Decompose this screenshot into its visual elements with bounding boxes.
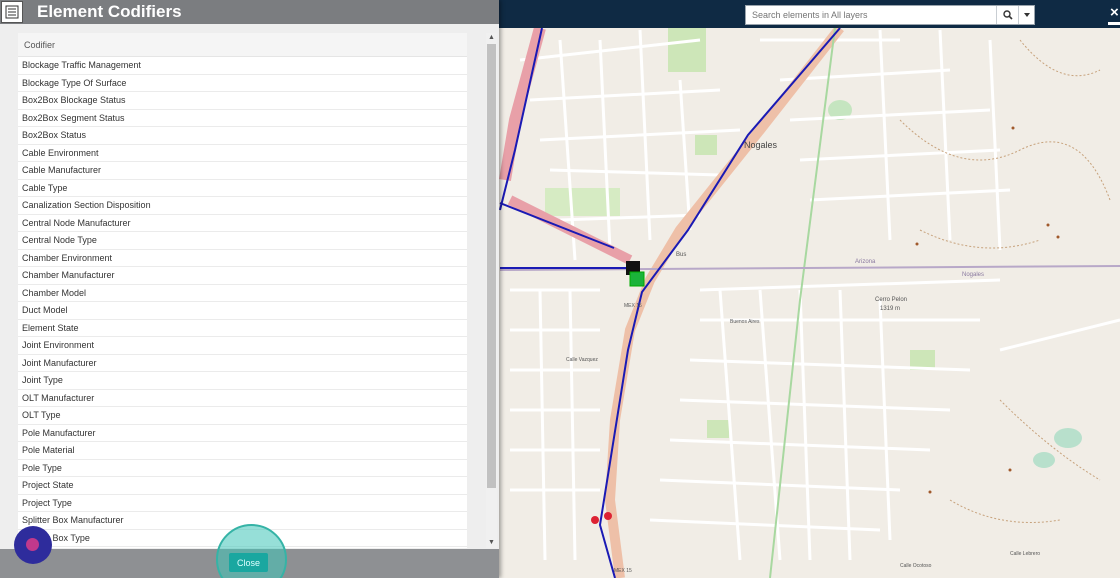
scroll-thumb[interactable] xyxy=(487,44,496,488)
codifier-row[interactable]: Box2Box Blockage Status xyxy=(18,92,467,110)
search-layer-dropdown[interactable] xyxy=(1018,6,1034,24)
codifier-row[interactable]: Canalization Section Disposition xyxy=(18,197,467,215)
codifier-row[interactable]: Joint Environment xyxy=(18,337,467,355)
map-label-cerro-pelon: Cerro Pelon xyxy=(875,297,908,303)
codifier-row[interactable]: Central Node Manufacturer xyxy=(18,215,467,232)
floating-action-button[interactable] xyxy=(14,526,52,564)
codifier-row[interactable]: Element State xyxy=(18,320,467,337)
scrollbar[interactable]: ▲ ▼ xyxy=(486,33,497,548)
map-label-nogales-small: Nogales xyxy=(962,272,985,278)
codifier-row[interactable]: Pole Type xyxy=(18,460,467,477)
map-label-calle-ocotoso: Calle Ocotoso xyxy=(900,563,932,569)
dialog-header: Element Codifiers xyxy=(0,0,499,24)
map-label-calle-lebrero: Calle Lebrero xyxy=(1010,551,1041,557)
codifier-row[interactable]: Project State xyxy=(18,477,467,495)
map-label-mex15-bottom: MEX 15 xyxy=(614,568,632,574)
search-box xyxy=(745,5,1035,25)
codifier-row[interactable]: Pole Material xyxy=(18,442,467,460)
codifier-row[interactable]: Joint Manufacturer xyxy=(18,355,467,372)
codifier-row[interactable]: Blockage Traffic Management xyxy=(18,57,467,75)
list-icon[interactable] xyxy=(1,1,23,23)
map-label-buenos-aires: Buenos Aires xyxy=(730,319,760,325)
map-label-nogales: Nogales xyxy=(744,140,778,150)
codifier-row[interactable]: Chamber Manufacturer xyxy=(18,267,467,285)
codifier-row[interactable]: Duct Model xyxy=(18,302,467,320)
codifier-row[interactable]: Joint Type xyxy=(18,372,467,390)
record-icon xyxy=(26,538,39,551)
map-label-calle-vazquez: Calle Vazquez xyxy=(566,357,598,363)
list-glyph-icon xyxy=(5,5,19,19)
close-button[interactable]: Close xyxy=(229,553,268,572)
map-label-arizona: Arizona xyxy=(855,259,876,265)
caret-down-icon xyxy=(1023,13,1030,17)
codifier-row[interactable]: OLT Type xyxy=(18,407,467,425)
codifier-row[interactable]: Cable Environment xyxy=(18,145,467,162)
collapse-bar xyxy=(1108,22,1120,25)
map-label-elevation: 1319 m xyxy=(880,306,901,312)
search-button[interactable] xyxy=(996,6,1018,24)
scroll-up-icon[interactable]: ▲ xyxy=(486,33,497,43)
codifier-row[interactable]: Cable Type xyxy=(18,180,467,197)
codifier-row[interactable]: Chamber Environment xyxy=(18,250,467,267)
element-codifiers-dialog: Element Codifiers Codifier Blockage Traf… xyxy=(0,0,499,578)
codifier-row[interactable]: Box2Box Status xyxy=(18,127,467,145)
codifier-row[interactable]: Box2Box Segment Status xyxy=(18,110,467,127)
codifier-table: Codifier Blockage Traffic Management Bloc… xyxy=(18,33,467,548)
codifier-list: Blockage Traffic Management Blockage Type… xyxy=(18,57,467,547)
codifier-row[interactable]: Chamber Model xyxy=(18,285,467,302)
dialog-title: Element Codifiers xyxy=(37,2,182,21)
search-icon xyxy=(1002,10,1013,20)
map-label-mex15: MEX 15 xyxy=(624,303,642,309)
codifier-row[interactable]: Pole Manufacturer xyxy=(18,425,467,442)
column-header-codifier[interactable]: Codifier xyxy=(18,33,467,57)
codifier-row[interactable]: Project Type xyxy=(18,495,467,512)
close-icon[interactable]: × xyxy=(1110,5,1120,20)
codifier-row[interactable]: Blockage Type Of Surface xyxy=(18,75,467,92)
codifier-row[interactable]: OLT Manufacturer xyxy=(18,390,467,407)
search-input[interactable] xyxy=(746,6,996,24)
scroll-down-icon[interactable]: ▼ xyxy=(486,538,497,548)
codifier-row[interactable]: Central Node Type xyxy=(18,232,467,250)
map-label-bus: Bus xyxy=(676,252,687,258)
codifier-row[interactable]: Cable Manufacturer xyxy=(18,162,467,180)
